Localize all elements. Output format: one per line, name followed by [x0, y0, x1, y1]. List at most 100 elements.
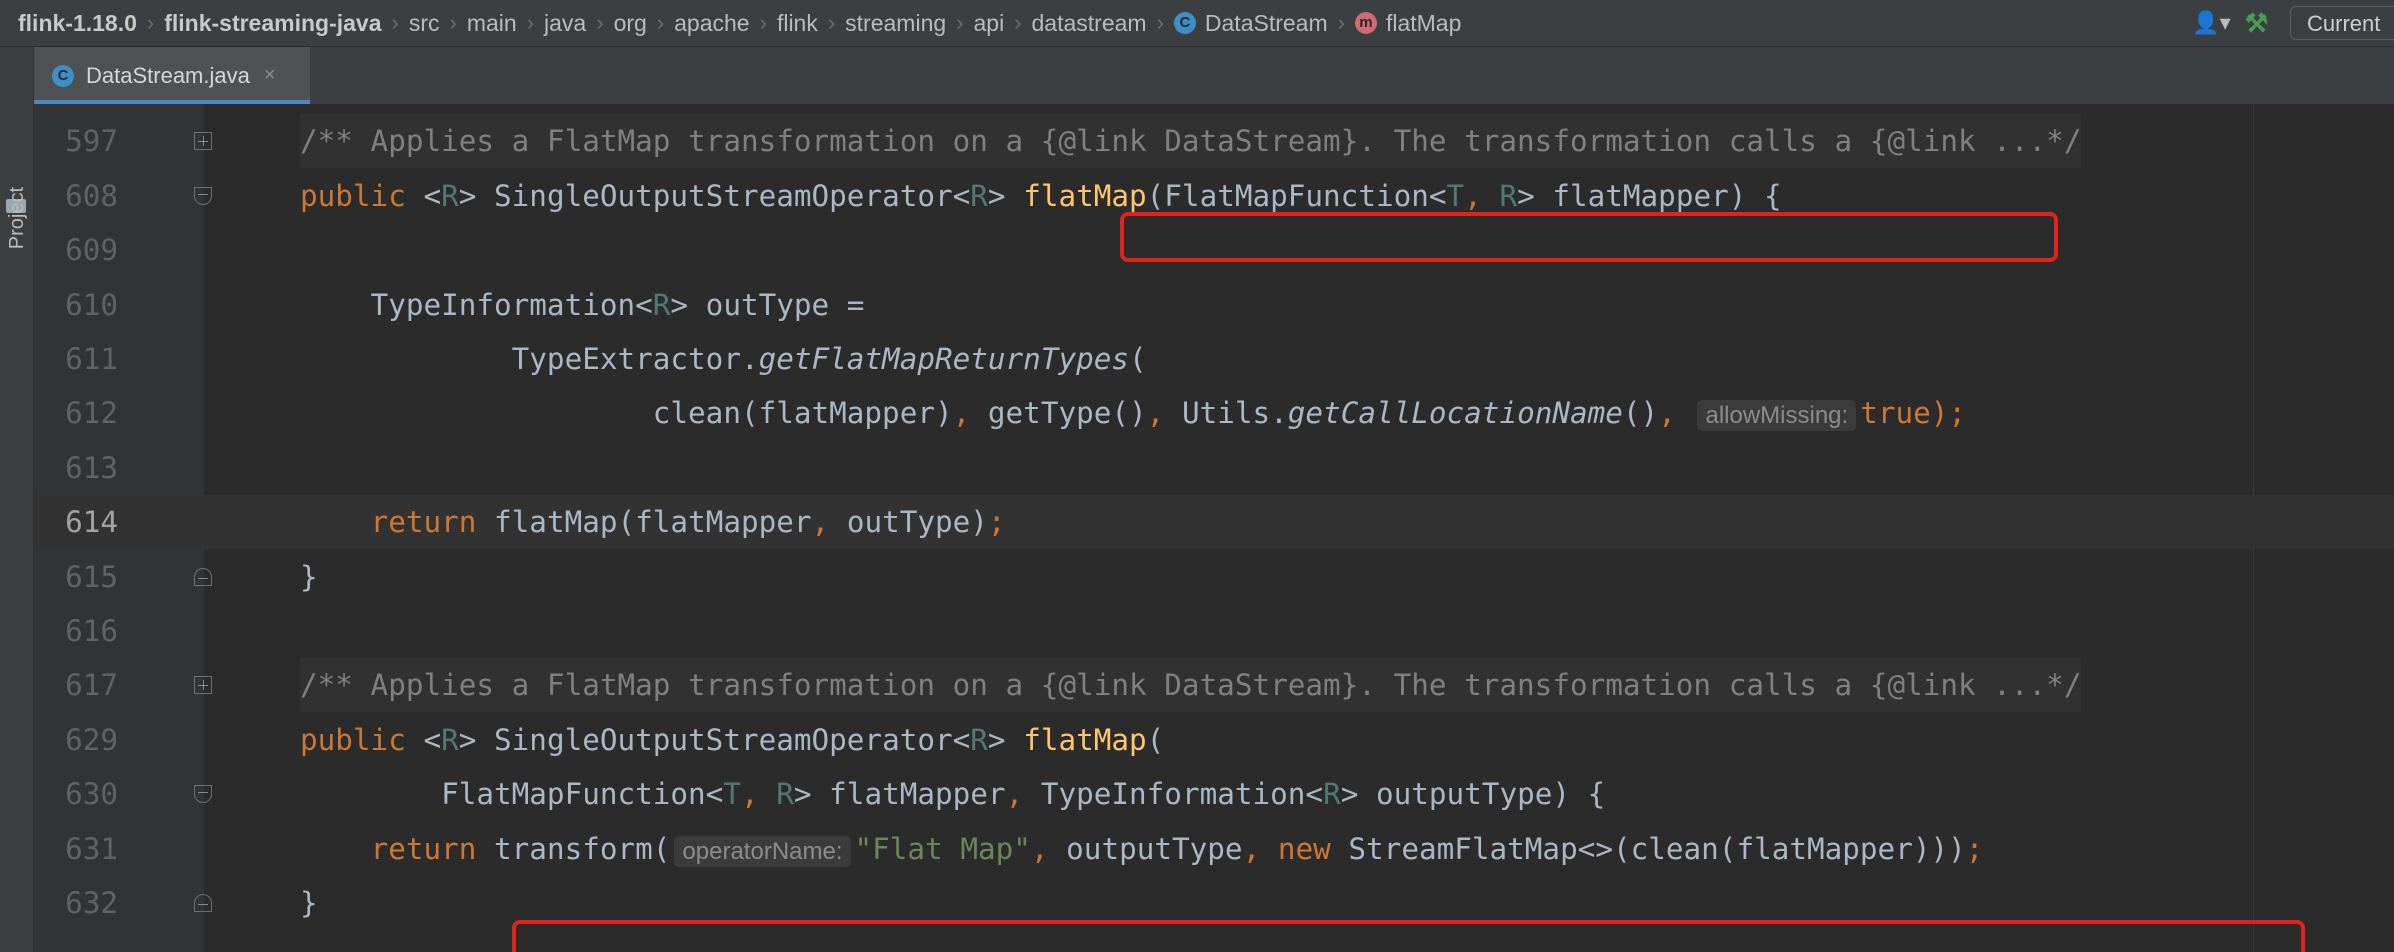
fold-collapse-icon[interactable]	[194, 894, 212, 912]
run-config-select[interactable]: Current	[2290, 6, 2394, 40]
line-number[interactable]: 608	[34, 169, 118, 223]
line-number[interactable]: 597	[34, 114, 118, 168]
fold-collapse-icon[interactable]	[194, 785, 212, 804]
breadcrumb-item-java[interactable]: java	[544, 10, 586, 37]
line-number[interactable]: 609	[34, 223, 118, 277]
code-line[interactable]: 631 return transform(operatorName: "Flat …	[34, 822, 2394, 876]
breadcrumb-label: datastream	[1031, 9, 1147, 36]
code-token: return	[370, 831, 495, 866]
chevron-right-icon: ›	[656, 10, 665, 35]
fold-collapse-icon[interactable]	[194, 186, 212, 205]
code-token: /** Applies a FlatMap transformation on …	[300, 668, 2082, 703]
code-token: > outType =	[670, 287, 865, 322]
line-number[interactable]: 613	[34, 441, 118, 495]
code-line[interactable]: 597 /** Applies a FlatMap transformation …	[34, 114, 2394, 169]
code-token: ,	[1030, 831, 1067, 866]
breadcrumb-item-flink-1-18-0[interactable]: flink-1.18.0	[18, 10, 137, 37]
method-icon: m	[1354, 12, 1377, 34]
breadcrumb-item-apache[interactable]: apache	[674, 10, 749, 37]
code-text: TypeExtractor.getFlatMapReturnTypes(	[300, 332, 1147, 386]
breadcrumb-label: flink-1.18.0	[18, 9, 137, 36]
fold-collapse-icon[interactable]	[194, 567, 212, 586]
fold-expand-icon[interactable]	[194, 676, 212, 695]
code-token: ;	[1965, 831, 1984, 866]
line-number[interactable]: 617	[34, 658, 118, 712]
code-text: FlatMapFunction<T, R> flatMapper, TypeIn…	[300, 767, 1605, 821]
code-line[interactable]: 615}	[34, 550, 2394, 604]
line-number[interactable]: 596	[34, 104, 118, 114]
code-token: outputType	[1066, 831, 1243, 866]
breadcrumb-item-flink-streaming-java[interactable]: flink-streaming-java	[164, 10, 381, 37]
code-token: ,	[1464, 178, 1500, 213]
code-token: ,	[740, 777, 777, 812]
code-token: (	[1146, 722, 1165, 757]
code-token: flatMap	[1023, 722, 1147, 757]
chevron-right-icon: ›	[759, 10, 767, 35]
code-line[interactable]: 613	[34, 441, 2394, 495]
line-number[interactable]: 611	[34, 332, 118, 386]
chevron-right-icon: ›	[1337, 10, 1345, 35]
line-number[interactable]: 610	[34, 278, 118, 332]
chevron-right-icon: ›	[449, 10, 457, 35]
line-number[interactable]: 615	[34, 550, 118, 604]
code-line[interactable]: 596	[34, 104, 2394, 114]
line-number[interactable]: 629	[34, 713, 118, 767]
breadcrumb-item-org[interactable]: org	[614, 10, 647, 37]
breadcrumb-item-datastream[interactable]: datastream	[1032, 10, 1147, 37]
code-line[interactable]: 630 FlatMapFunction<T, R> flatMapper, Ty…	[34, 767, 2394, 821]
code-line[interactable]: 612 clean(flatMapper), getType(), Utils.…	[34, 386, 2394, 440]
tab-datastream-java[interactable]: C DataStream.java ×	[34, 47, 310, 104]
project-tool-button[interactable]: Project	[2, 187, 32, 249]
code-line[interactable]: 610 TypeInformation<R> outType =	[34, 278, 2394, 332]
parameter-hint: operatorName:	[674, 835, 851, 867]
code-text: return flatMap(flatMapper, outType);	[300, 495, 1006, 549]
code-token: return	[370, 505, 495, 540]
fold-expand-icon[interactable]	[194, 132, 212, 151]
code-token: (	[1129, 342, 1147, 376]
code-editor[interactable]: 596597 /** Applies a FlatMap transformati…	[34, 104, 2394, 952]
code-token: flatMap	[1023, 178, 1147, 213]
code-token: ,	[811, 505, 847, 540]
breadcrumb-item-datastream[interactable]: C DataStream	[1173, 9, 1328, 37]
code-token: <	[423, 722, 442, 757]
line-number[interactable]: 630	[34, 767, 118, 821]
code-token: ,	[1005, 777, 1041, 812]
navigation-bar: flink-1.18.0 › flink-streaming-java › src › ma…	[0, 0, 2394, 47]
code-line[interactable]: 616	[34, 604, 2394, 658]
code-token: T	[1446, 178, 1465, 213]
code-text: public <R> SingleOutputStreamOperator<R>…	[300, 713, 1164, 767]
class-icon: C	[52, 64, 74, 87]
breadcrumb-item-src[interactable]: src	[409, 10, 440, 37]
breadcrumb-item-main[interactable]: main	[467, 10, 517, 37]
breadcrumb-item-flink[interactable]: flink	[777, 10, 818, 37]
code-line[interactable]: 614 return flatMap(flatMapper, outType);	[34, 495, 2394, 550]
breadcrumb-label: DataStream	[1204, 9, 1328, 36]
breadcrumb-item-api[interactable]: api	[973, 10, 1004, 37]
user-icon[interactable]: 👤▾	[2192, 10, 2230, 36]
close-icon[interactable]: ×	[264, 64, 276, 87]
chevron-right-icon: ›	[1156, 10, 1164, 35]
chevron-right-icon: ›	[1014, 10, 1022, 35]
code-line[interactable]: 611 TypeExtractor.getFlatMapReturnTypes(	[34, 332, 2394, 386]
line-number[interactable]: 631	[34, 822, 118, 876]
code-token: ,	[952, 396, 988, 431]
code-token: true	[1860, 396, 1931, 431]
line-number[interactable]: 612	[34, 386, 118, 440]
code-line[interactable]: 617 /** Applies a FlatMap transformation …	[34, 658, 2394, 713]
breadcrumb-item-streaming[interactable]: streaming	[845, 10, 946, 37]
code-token: clean(flatMapper)	[300, 396, 953, 431]
breadcrumb-item-flatmap[interactable]: m flatMap	[1354, 10, 1461, 37]
line-number[interactable]: 632	[34, 876, 118, 930]
hammer-icon[interactable]: ⚒	[2245, 8, 2268, 39]
line-number[interactable]: 614	[34, 495, 118, 549]
code-line[interactable]: 629 public <R> SingleOutputStreamOperator…	[34, 713, 2394, 767]
code-text: TypeInformation<R> outType =	[300, 278, 865, 332]
left-tool-strip: Project	[0, 47, 34, 952]
highlight-box-transform-call	[512, 920, 2305, 952]
line-number[interactable]: 616	[34, 604, 118, 658]
code-text: clean(flatMapper), getType(), Utils.getC…	[300, 386, 1966, 443]
breadcrumb-label: streaming	[845, 9, 947, 36]
editor-tab-bar: C DataStream.java ×	[34, 47, 2394, 105]
chevron-right-icon: ›	[146, 10, 155, 35]
breadcrumb-label: flink	[776, 9, 818, 36]
